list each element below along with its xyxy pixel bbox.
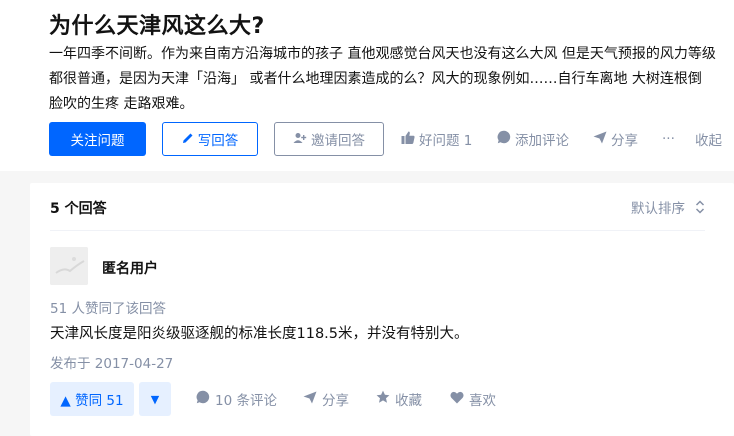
follow-question-button[interactable]: 关注问题	[49, 122, 146, 156]
answer-actions: ▲ 赞同 51 ▼ 10 条评论 分享 收藏 喜欢	[50, 382, 710, 416]
like-label: 喜欢	[469, 393, 496, 409]
pencil-icon	[182, 132, 194, 147]
collapse-label: 收起	[695, 133, 722, 149]
add-user-icon	[293, 132, 307, 147]
answer-share-label: 分享	[322, 393, 349, 409]
collect-button[interactable]: 收藏	[376, 382, 422, 416]
question-title: 为什么天津风这么大?	[49, 14, 265, 39]
invite-answer-label: 邀请回答	[311, 133, 365, 149]
question-header: 为什么天津风这么大? 一年四季不间断。作为来自南方沿海城市的孩子 直他观感觉台风…	[0, 0, 734, 171]
sort-label: 默认排序	[631, 201, 685, 217]
write-answer-button[interactable]: 写回答	[162, 122, 258, 156]
add-comment-label: 添加评论	[515, 133, 569, 149]
answer-content: 天津风长度是阳炎级驱逐舰的标准长度118.5米，并没有特别大。	[50, 326, 469, 342]
comments-label: 10 条评论	[215, 393, 277, 409]
avatar[interactable]	[50, 247, 88, 285]
sort-toggle-icon	[695, 200, 705, 214]
write-answer-label: 写回答	[197, 133, 239, 149]
upvote-button[interactable]: ▲ 赞同 51	[50, 382, 134, 416]
collect-label: 收藏	[395, 393, 422, 409]
more-icon: ···	[662, 131, 675, 147]
invite-answer-button[interactable]: 邀请回答	[274, 122, 384, 156]
sort-dropdown[interactable]: 默认排序	[631, 197, 705, 217]
downvote-icon: ▼	[150, 392, 160, 406]
upvote-label: ▲ 赞同 51	[60, 393, 124, 409]
good-question-label: 好问题 1	[419, 133, 473, 149]
share-label: 分享	[611, 133, 638, 149]
comment-icon	[196, 390, 210, 408]
follow-question-label: 关注问题	[70, 133, 125, 149]
thumbs-up-icon	[401, 131, 415, 148]
share-button[interactable]: 分享	[593, 122, 638, 156]
share-icon	[303, 391, 317, 408]
answers-list-header: 5 个回答 默认排序	[50, 183, 705, 231]
star-icon	[376, 390, 390, 408]
question-actions: 关注问题 写回答 邀请回答 好问题 1 添加评论 分享 ··· 收起	[49, 122, 734, 156]
heart-icon	[450, 391, 464, 408]
answer-count: 5 个回答	[50, 201, 107, 217]
vote-summary: 51 人赞同了该回答	[50, 301, 166, 317]
answer-share-button[interactable]: 分享	[303, 382, 349, 416]
question-description: 一年四季不间断。作为来自南方沿海城市的孩子 直他观感觉台风天也没有这么大风 但是…	[49, 46, 716, 112]
add-comment-button[interactable]: 添加评论	[497, 122, 569, 156]
more-button[interactable]: ···	[662, 122, 675, 156]
good-question-button[interactable]: 好问题 1	[401, 122, 472, 156]
comments-button[interactable]: 10 条评论	[196, 382, 277, 416]
downvote-button[interactable]: ▼	[139, 382, 171, 416]
answers-card: 5 个回答 默认排序 匿名用户 51 人赞同了该回答 天津风长度是阳炎级驱逐舰的…	[30, 183, 734, 436]
comment-icon	[497, 130, 511, 148]
author-name[interactable]: 匿名用户	[102, 258, 158, 278]
collapse-button[interactable]: 收起	[695, 122, 722, 156]
like-button[interactable]: 喜欢	[450, 382, 496, 416]
publish-date[interactable]: 发布于 2017-04-27	[50, 352, 173, 372]
share-icon	[593, 131, 607, 148]
